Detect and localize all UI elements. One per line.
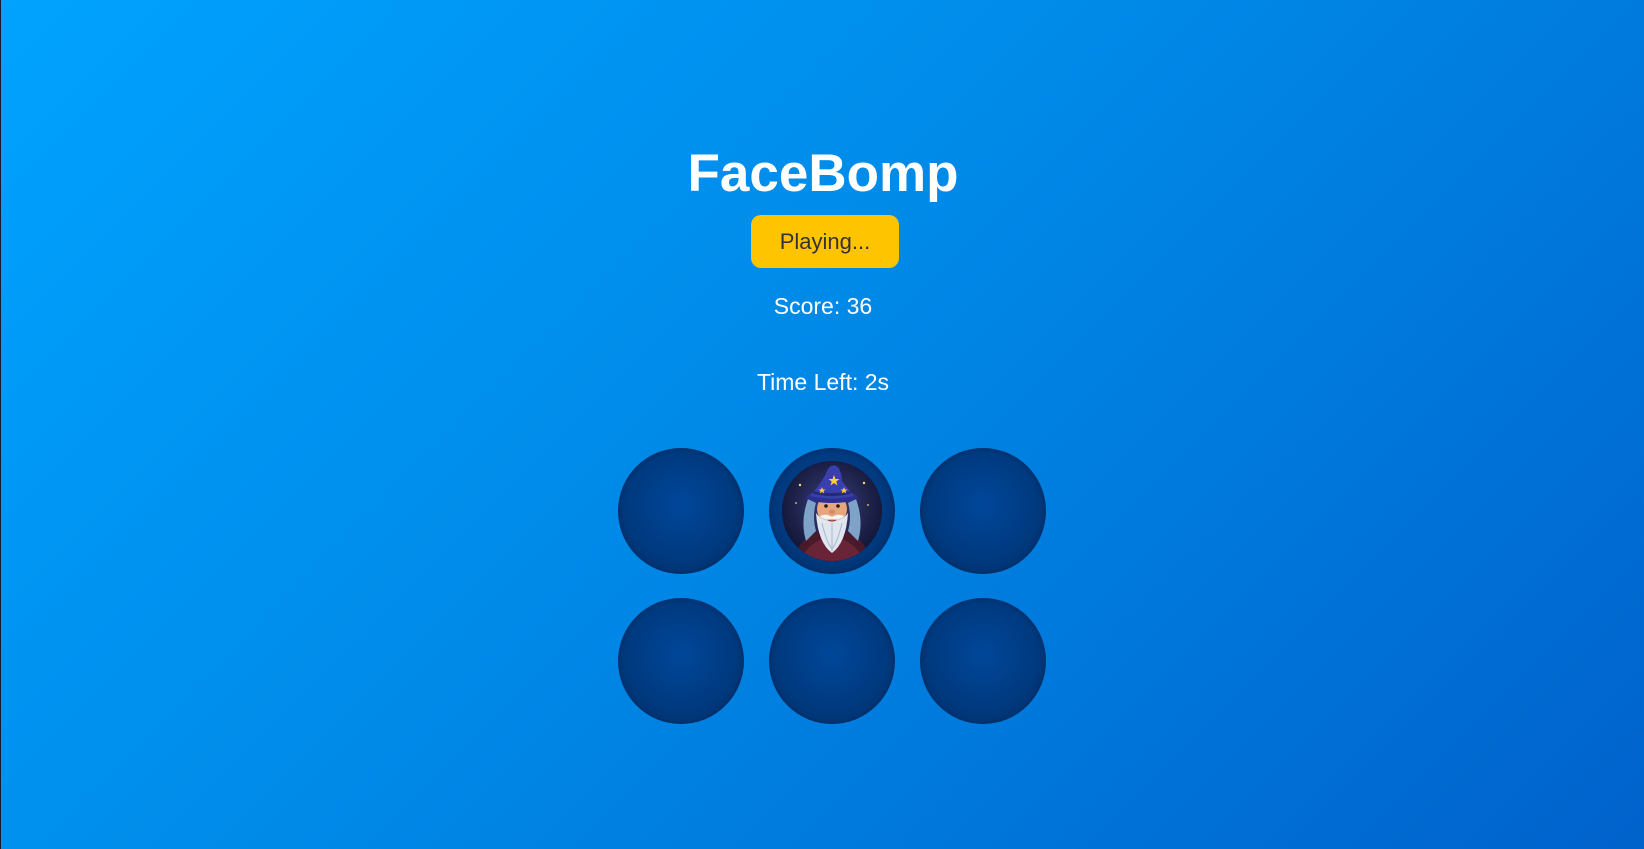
game-title: FaceBomp — [687, 144, 959, 203]
hole-5[interactable] — [769, 598, 895, 724]
wizard-face-icon[interactable] — [782, 461, 882, 561]
time-left-display: Time Left: 2s — [756, 369, 890, 395]
start-button[interactable]: Playing... — [751, 215, 899, 268]
score-display: Score: 36 — [773, 293, 873, 319]
hole-4[interactable] — [618, 598, 744, 724]
hole-6[interactable] — [920, 598, 1046, 724]
hole-3[interactable] — [920, 448, 1046, 574]
hole-1[interactable] — [618, 448, 744, 574]
game-screen: FaceBomp Playing... Score: 36 Time Left:… — [1, 0, 1644, 849]
hole-2[interactable] — [769, 448, 895, 574]
